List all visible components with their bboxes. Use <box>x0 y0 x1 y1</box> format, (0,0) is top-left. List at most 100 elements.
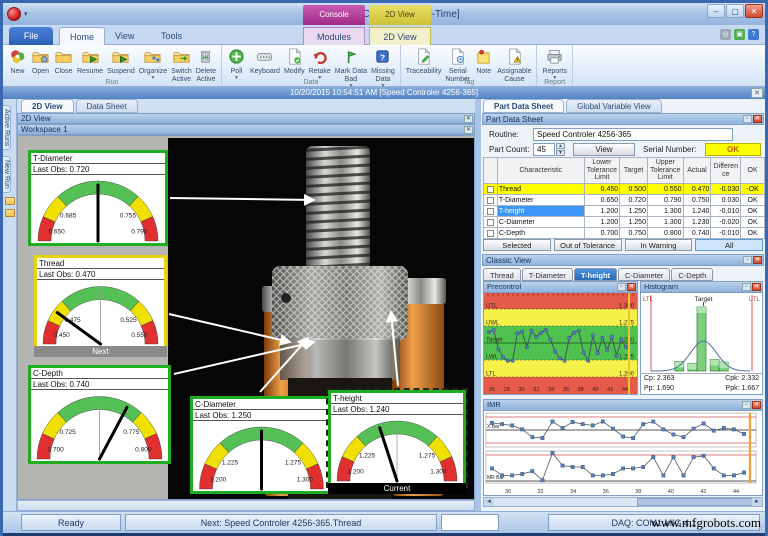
svg-text:34: 34 <box>548 387 554 393</box>
poll-button[interactable]: Poll▼ <box>226 46 247 81</box>
suspend-button[interactable]: Suspend <box>106 46 136 77</box>
table-row[interactable]: C-Depth0.7000.7500.8000.740-0.010OK <box>484 228 765 239</box>
close-icon[interactable]: ✕ <box>752 401 761 409</box>
resume-button[interactable]: Resume <box>76 46 104 77</box>
tab-modules[interactable]: Modules <box>303 27 365 45</box>
pin-icon[interactable]: ▫ <box>742 401 751 409</box>
ok-button[interactable]: OK <box>705 143 761 156</box>
row-checkbox[interactable] <box>487 208 494 215</box>
filter-all-button[interactable]: All <box>695 239 763 251</box>
tab-view[interactable]: View <box>105 27 144 45</box>
folder-icon[interactable] <box>5 209 15 217</box>
note-button[interactable]: Note <box>473 46 494 77</box>
panel-close-icon[interactable]: ✕ <box>464 115 473 123</box>
column-header[interactable]: Difference <box>711 158 741 184</box>
table-row[interactable]: C-Diameter1.2001.2501.3001.230-0.020OK <box>484 217 765 228</box>
tab-thread[interactable]: Thread <box>483 268 521 281</box>
column-header[interactable]: Actual <box>683 158 711 184</box>
tab-c-diameter[interactable]: C-Diameter <box>618 268 670 281</box>
row-checkbox[interactable] <box>487 230 494 237</box>
tab-t-height[interactable]: T-height <box>574 268 617 281</box>
pin-icon[interactable]: ▫ <box>743 115 752 123</box>
row-checkbox[interactable] <box>487 186 494 193</box>
table-row[interactable]: T-height1.2001.2501.3001.240-0.010OK <box>484 206 765 217</box>
app-logo-icon[interactable] <box>7 7 21 21</box>
table-row[interactable]: T-Diameter0.6500.7200.7900.7500.030OK <box>484 195 765 206</box>
file-tab[interactable]: File <box>9 27 53 45</box>
folder-icon[interactable] <box>5 197 15 205</box>
gauge-t-diameter[interactable]: T-DiameterLast Obs: 0.7200.6850.6500.755… <box>28 150 168 246</box>
filter-in-warning-button[interactable]: In Warning <box>625 239 693 251</box>
tab-global-variable-view[interactable]: Global Variable View <box>566 99 662 113</box>
close-icon[interactable]: ✕ <box>753 115 762 123</box>
column-header[interactable] <box>484 158 498 184</box>
close-button[interactable]: ✕ <box>745 4 763 18</box>
help-icon[interactable]: ? <box>748 29 759 40</box>
traceability-button[interactable]: Traceability <box>405 46 443 77</box>
tab-c-depth[interactable]: C-Depth <box>671 268 713 281</box>
column-header[interactable]: Characteristic <box>497 158 584 184</box>
close-icon[interactable]: ✕ <box>627 283 636 291</box>
row-checkbox[interactable] <box>487 197 494 204</box>
svg-text:38: 38 <box>578 387 584 393</box>
gauge-c-diameter[interactable]: C-DiameterLast Obs: 1.2501.2251.2001.275… <box>190 396 333 494</box>
maximize-button[interactable]: ▢ <box>726 4 744 18</box>
table-row[interactable]: Thread0.4500.5000.5500.470-0.030-OK <box>484 184 765 195</box>
row-checkbox[interactable] <box>487 219 494 226</box>
spinner-up-icon[interactable]: ▲ <box>556 143 565 149</box>
keyboard-button[interactable]: Keyboard <box>249 46 281 77</box>
column-header[interactable]: OK <box>741 158 765 184</box>
organize-button[interactable]: Organize▼ <box>138 46 168 81</box>
gauge-title: T-height <box>331 393 463 404</box>
close-icon[interactable]: ✕ <box>753 256 762 264</box>
column-header[interactable]: Upper Tolerance Limit <box>647 158 683 184</box>
horizontal-scrollbar[interactable] <box>17 500 475 511</box>
gauge-title: C-Diameter <box>193 399 330 410</box>
rail-tab-active-runs[interactable]: Active Runs <box>3 105 11 150</box>
filter-selected-button[interactable]: Selected <box>483 239 551 251</box>
scroll-right-icon[interactable]: ► <box>752 498 762 506</box>
precontrol-chart: Precontrol ▫✕ UTLUWLTargetLWLLTL1.3001.2… <box>483 281 638 395</box>
retake-button[interactable]: Retake▼ <box>308 46 332 81</box>
pin-icon[interactable]: ▫ <box>743 256 752 264</box>
column-header[interactable]: Lower Tolerance Limit <box>584 158 620 184</box>
minimize-button[interactable]: – <box>707 4 725 18</box>
tab-t-diameter[interactable]: T-Diameter <box>522 268 573 281</box>
routine-field[interactable]: Speed Controler 4256-365 <box>533 128 733 141</box>
view-button[interactable]: View <box>573 143 635 156</box>
close-button[interactable]: Close <box>53 46 74 77</box>
tab-2d-view[interactable]: 2D View <box>369 27 431 45</box>
new-button[interactable]: New <box>7 46 28 77</box>
theme-icon[interactable]: ▣ <box>734 29 745 40</box>
gauge-t-height[interactable]: T-heightLast Obs: 1.2401.2251.2001.2751.… <box>328 390 466 486</box>
modify-button[interactable]: Modify <box>283 46 306 77</box>
tab-home[interactable]: Home <box>59 27 105 45</box>
tab-tools[interactable]: Tools <box>151 27 192 45</box>
reports-button[interactable]: Reports▼ <box>541 46 568 81</box>
gauge-thread[interactable]: ThreadLast Obs: 0.4700.4750.4500.5250.55… <box>34 255 167 349</box>
rail-tab-new-run[interactable]: New Run <box>3 156 11 193</box>
style-icon[interactable]: ◎ <box>720 29 731 40</box>
tab-part-data-sheet[interactable]: Part Data Sheet <box>483 99 564 113</box>
tab-data-sheet[interactable]: Data Sheet <box>76 99 138 113</box>
tab-2d-view[interactable]: 2D View <box>21 99 74 113</box>
workspace-header: Workspace 1✕ <box>17 124 475 135</box>
run-close-icon[interactable]: ✕ <box>751 88 763 98</box>
open-button[interactable]: Open <box>30 46 51 77</box>
svg-text:34: 34 <box>570 489 576 495</box>
workspace-close-icon[interactable]: ✕ <box>464 126 473 134</box>
pin-icon[interactable]: ▫ <box>742 283 751 291</box>
imr-scrollbar[interactable]: ◄ ► <box>483 497 763 507</box>
svg-text:1.275: 1.275 <box>619 321 635 327</box>
spinner-down-icon[interactable]: ▼ <box>556 150 565 156</box>
close-icon[interactable]: ✕ <box>752 283 761 291</box>
gauge-c-depth[interactable]: C-DepthLast Obs: 0.7400.7250.7000.7750.8… <box>28 365 171 464</box>
scroll-thumb[interactable] <box>637 498 754 506</box>
quick-access-caret-icon[interactable]: ▾ <box>24 10 28 18</box>
scroll-left-icon[interactable]: ◄ <box>484 498 494 506</box>
svg-text:1.275: 1.275 <box>419 453 436 460</box>
pin-icon[interactable]: ▫ <box>617 283 626 291</box>
part-count-field[interactable]: 45 <box>533 143 555 156</box>
filter-out-of-tolerance-button[interactable]: Out of Tolerance <box>554 239 622 251</box>
column-header[interactable]: Target <box>620 158 648 184</box>
